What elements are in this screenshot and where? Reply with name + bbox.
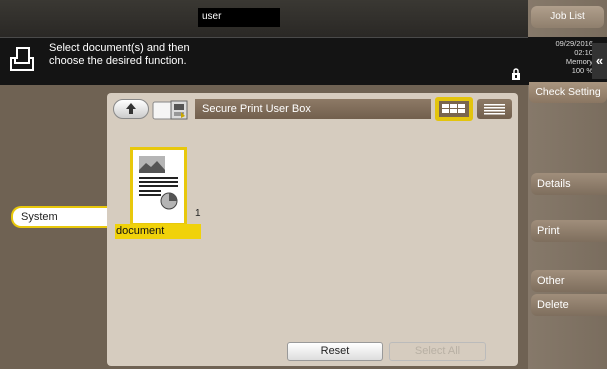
box-panel: Secure Print User Box 1 document Reset S… [107, 93, 518, 366]
up-folder-button[interactable] [113, 99, 149, 119]
status-time: 02:10 [574, 48, 593, 57]
box-title: Secure Print User Box [195, 99, 431, 119]
document-select-icon [10, 47, 34, 71]
other-button[interactable]: Other [531, 270, 607, 292]
collapse-panel-icon[interactable]: « [592, 43, 607, 79]
box-toolbar: Secure Print User Box [111, 97, 514, 122]
user-name: user [198, 8, 280, 27]
user-box-icon [152, 100, 188, 120]
status-memory-value: 100 % [571, 66, 593, 75]
list-view-icon [484, 104, 505, 115]
disabled-menu-item [531, 196, 607, 218]
delete-button[interactable]: Delete [531, 294, 607, 316]
select-all-button: Select All [389, 342, 486, 361]
print-button[interactable]: Print [531, 220, 607, 242]
disabled-menu-item [531, 244, 607, 266]
up-arrow-icon [126, 103, 136, 114]
instruction-line-1: Select document(s) and then [49, 42, 190, 54]
disabled-menu-item [531, 118, 607, 140]
details-button[interactable]: Details [531, 173, 607, 195]
reset-button[interactable]: Reset [287, 342, 383, 361]
tab-disabled [12, 171, 108, 190]
status-date: 09/29/2016 [555, 39, 593, 48]
status-readout: 09/29/2016 02:10 Memory 100 % [555, 39, 593, 75]
grid-view-icon [442, 104, 465, 113]
lock-icon [512, 68, 520, 80]
document-name[interactable]: document [115, 224, 201, 239]
check-setting-button[interactable]: Check Setting [529, 82, 607, 103]
list-view-button[interactable] [477, 99, 512, 119]
document-preview-icon [139, 156, 178, 210]
tab-disabled [12, 119, 108, 138]
message-bar: Select document(s) and then choose the d… [0, 37, 528, 85]
instruction-line-2: choose the desired function. [49, 55, 187, 67]
right-panel: Job List 09/29/2016 02:10 Memory 100 % «… [528, 0, 607, 369]
tab-disabled [12, 145, 108, 164]
status-memory-label: Memory [565, 57, 593, 66]
top-bar: user [0, 0, 528, 37]
thumbnail-view-button[interactable] [435, 97, 473, 121]
instruction-message: Select document(s) and then choose the d… [49, 42, 190, 68]
tab-system[interactable]: System [11, 206, 111, 228]
status-area: 09/29/2016 02:10 Memory 100 % « [528, 37, 607, 85]
document-thumbnail[interactable] [130, 147, 187, 226]
left-tabs: System [0, 85, 111, 369]
document-page-count: 1 [195, 208, 201, 219]
job-list-button[interactable]: Job List [531, 6, 604, 28]
disabled-menu-item [531, 140, 607, 162]
